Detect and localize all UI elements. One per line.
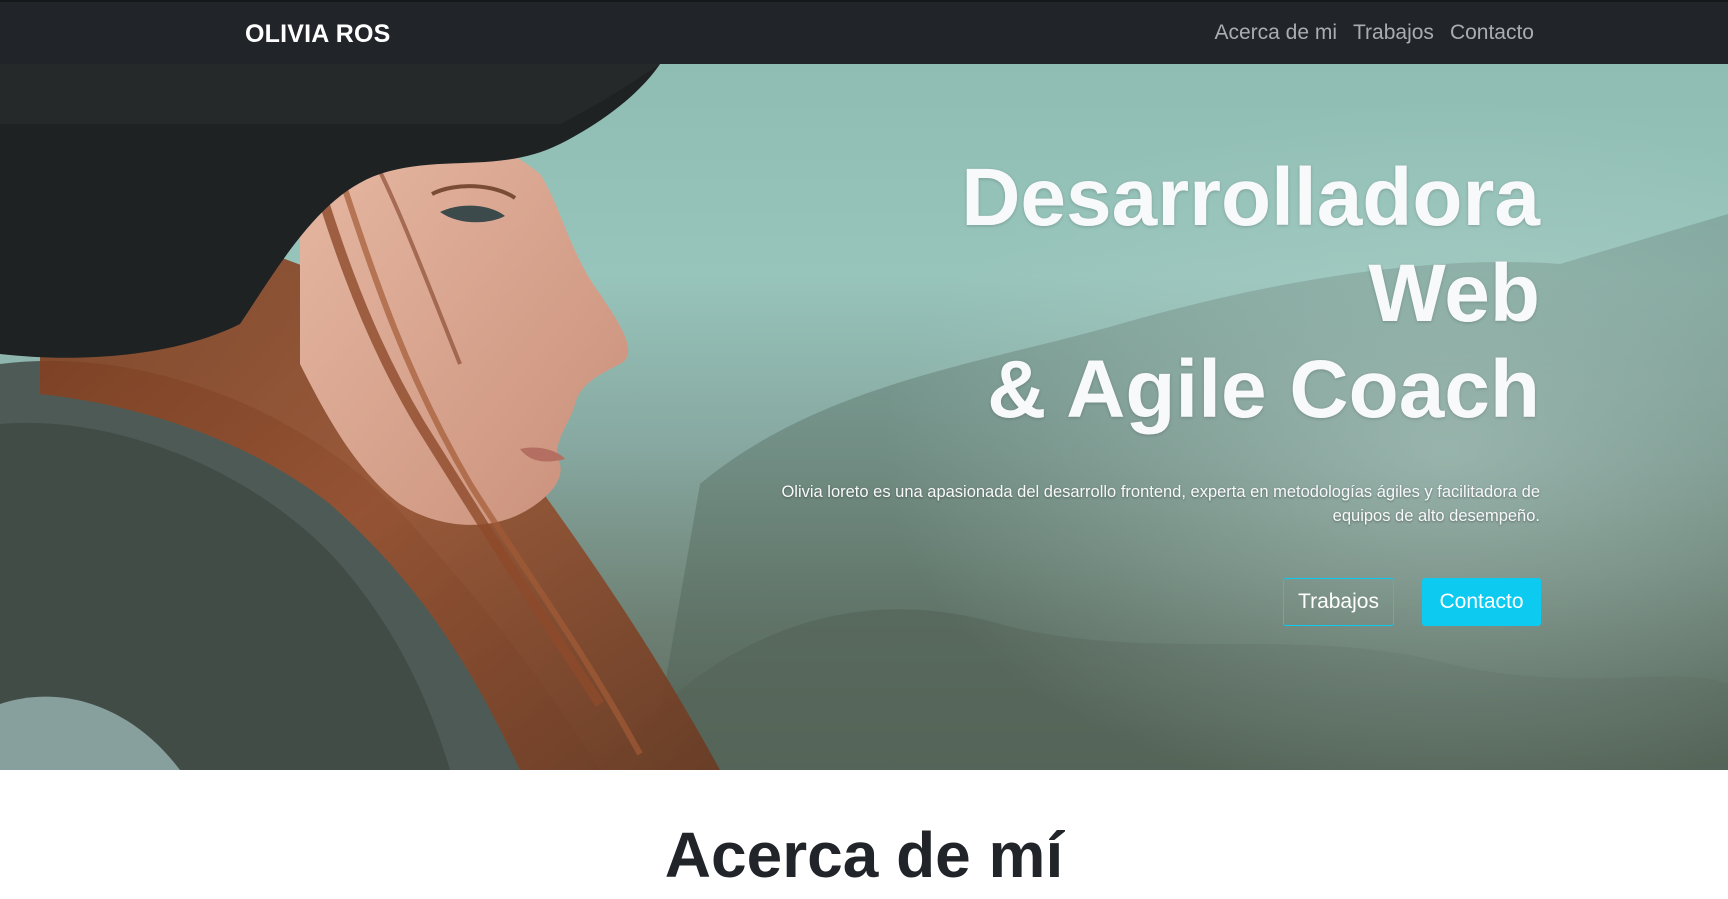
nav-links: Acerca de mi Trabajos Contacto [1214,21,1534,45]
navbar: OLIVIA ROS Acerca de mi Trabajos Contact… [0,0,1728,64]
nav-link-works[interactable]: Trabajos [1353,21,1434,45]
hero-title-line-2: Web [1368,248,1540,339]
works-button[interactable]: Trabajos [1283,578,1394,626]
about-section-title: Acerca de mí [664,819,1064,891]
hero-title-line-1: Desarrolladora [961,152,1540,243]
nav-link-about[interactable]: Acerca de mi [1214,21,1337,45]
hero-section: Desarrolladora Web & Agile Coach Olivia … [0,64,1728,770]
contact-button[interactable]: Contacto [1422,578,1541,626]
hero-title: Desarrolladora Web & Agile Coach [961,150,1540,438]
nav-link-contact[interactable]: Contacto [1450,21,1534,45]
hero-description: Olivia loreto es una apasionada del desa… [781,483,1540,525]
hero-title-line-3: & Agile Coach [987,344,1540,435]
brand-logo-link[interactable]: OLIVIA ROS [245,20,391,49]
